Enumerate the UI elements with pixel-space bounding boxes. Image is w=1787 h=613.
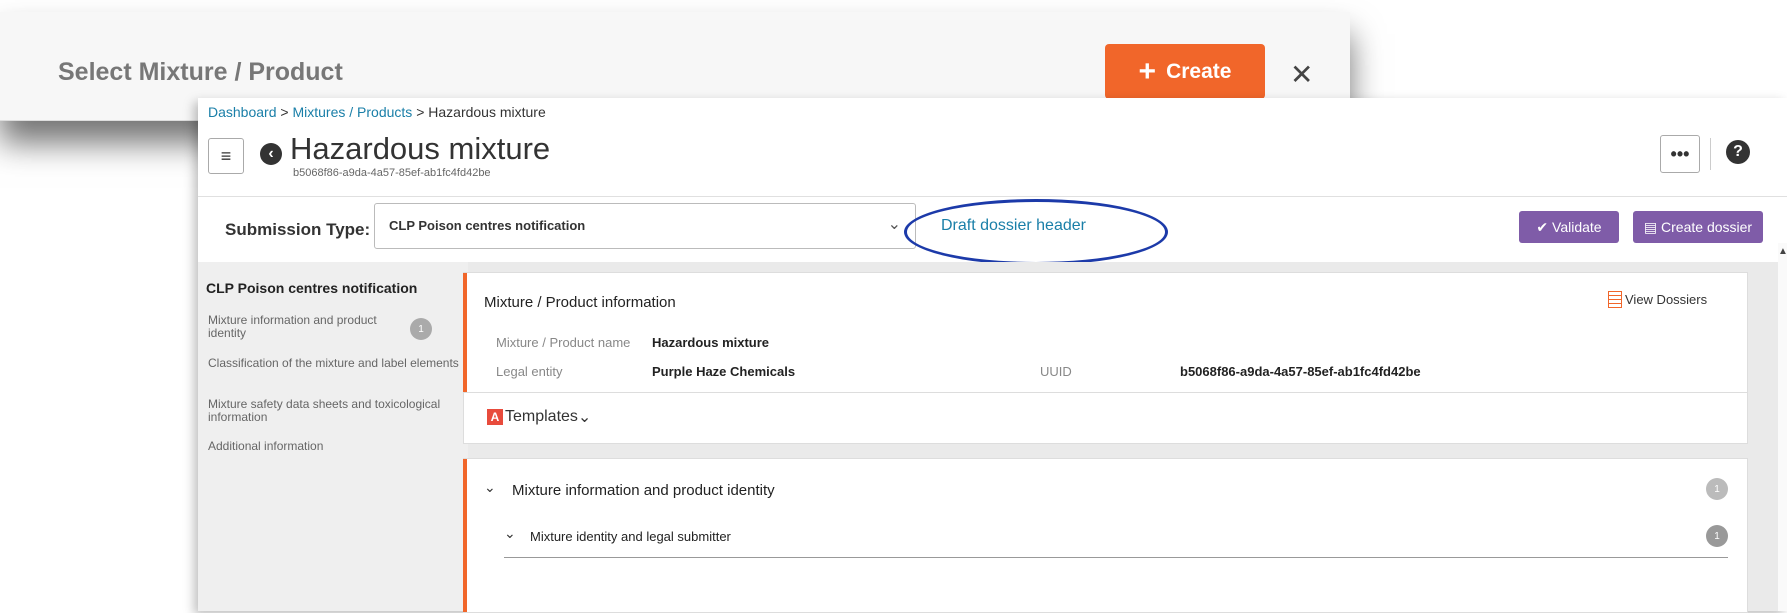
chevron-down-icon: ⌄ [577, 409, 592, 426]
scrollbar[interactable] [1778, 243, 1787, 611]
scroll-up-icon[interactable]: ▲ [1778, 246, 1787, 257]
back-arrow-icon[interactable]: ‹ [260, 143, 282, 165]
create-dossier-label: Create dossier [1661, 219, 1753, 235]
more-options-button[interactable]: ••• [1660, 135, 1700, 173]
breadcrumb-mixtures[interactable]: Mixtures / Products [292, 104, 412, 120]
brush-icon: ✔ [1536, 218, 1553, 235]
subsection-title: Mixture identity and legal submitter [530, 529, 731, 544]
uuid-label: UUID [1040, 364, 1072, 379]
hamburger-icon: ≡ [220, 145, 232, 166]
templates-dropdown[interactable]: A Templates ⌄ [487, 407, 591, 427]
main-content: Mixture / Product information View Dossi… [463, 262, 1787, 613]
view-dossiers-label: View Dossiers [1625, 292, 1708, 307]
legal-entity-label: Legal entity [496, 364, 563, 379]
help-icon[interactable]: ? [1726, 140, 1750, 164]
uuid-value: b5068f86-a9da-4a57-85ef-ab1fc4fd42be [1180, 364, 1421, 379]
chevron-down-icon[interactable]: ⌄ [504, 525, 516, 542]
sidebar-item-badge: 1 [410, 318, 432, 340]
view-dossiers-link[interactable]: View Dossiers [1608, 291, 1707, 308]
page-title: Hazardous mixture [290, 131, 551, 166]
sidebar-item-classification[interactable]: Classification of the mixture and label … [208, 357, 460, 370]
mixture-name-value: Hazardous mixture [652, 335, 770, 350]
mixture-window: Dashboard > Mixtures / Products > Hazard… [198, 98, 1787, 613]
submission-type-value: CLP Poison centres notification [389, 218, 586, 233]
validate-label: Validate [1552, 219, 1602, 235]
close-icon[interactable]: ✕ [1290, 58, 1313, 91]
document-icon [1608, 291, 1622, 308]
submission-type-label: Submission Type: [225, 220, 371, 239]
sidebar-item-additional-info[interactable]: Additional information [208, 440, 460, 453]
create-dossier-button[interactable]: ▤ Create dossier [1633, 211, 1763, 243]
plus-icon: + [1138, 54, 1157, 88]
subsection-badge: 1 [1706, 525, 1728, 547]
chevron-down-icon[interactable]: ⌄ [484, 479, 496, 496]
breadcrumb-current: Hazardous mixture [428, 104, 546, 120]
validate-button[interactable]: ✔ Validate [1519, 211, 1619, 243]
sidebar-item-safety-sheets[interactable]: Mixture safety data sheets and toxicolog… [208, 398, 460, 424]
breadcrumb-dashboard[interactable]: Dashboard [208, 104, 277, 120]
templates-label: Templates [505, 408, 578, 425]
breadcrumb-separator: > [416, 104, 425, 120]
dialog-title: Select Mixture / Product [58, 58, 343, 86]
mixture-info-title: Mixture / Product information [484, 294, 676, 311]
sidebar-item-mixture-info[interactable]: Mixture information and product identity [208, 314, 398, 340]
mixture-identity-section: ⌄ Mixture information and product identi… [463, 458, 1748, 613]
pdf-icon: A [487, 409, 503, 425]
document-icon: ▤ [1643, 218, 1662, 235]
page-uuid: b5068f86-a9da-4a57-85ef-ab1fc4fd42be [293, 167, 491, 179]
create-label: Create [1166, 59, 1232, 83]
submission-bar: Submission Type: CLP Poison centres noti… [198, 196, 1787, 265]
sidebar-heading: CLP Poison centres notification [206, 280, 418, 296]
divider [504, 557, 1728, 558]
sidebar: CLP Poison centres notification Mixture … [198, 262, 468, 611]
legal-entity-value: Purple Haze Chemicals [652, 364, 796, 379]
highlight-oval [904, 199, 1168, 265]
section-badge: 1 [1706, 478, 1728, 500]
menu-toggle-button[interactable]: ≡ [208, 138, 244, 174]
create-button[interactable]: + Create [1105, 44, 1265, 99]
mixture-name-label: Mixture / Product name [496, 335, 631, 350]
templates-panel: A Templates ⌄ [463, 392, 1748, 444]
breadcrumb-separator: > [280, 104, 289, 120]
breadcrumb: Dashboard > Mixtures / Products > Hazard… [208, 104, 546, 120]
chevron-down-icon: ⌄ [887, 216, 901, 233]
submission-type-select[interactable]: CLP Poison centres notification ⌄ [374, 203, 916, 249]
section-title: Mixture information and product identity [512, 482, 775, 499]
mixture-info-panel: Mixture / Product information View Dossi… [463, 272, 1748, 394]
toolbar-divider [1710, 138, 1711, 170]
